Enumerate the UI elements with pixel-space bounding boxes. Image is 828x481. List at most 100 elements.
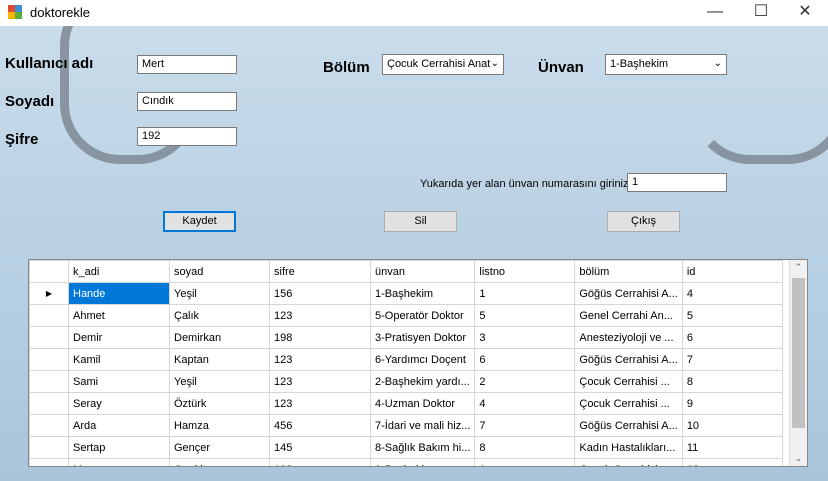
table-cell[interactable]: 7-İdari ve mali hiz... <box>369 414 476 437</box>
table-row[interactable]: Demir Demirkan 198 3-Pratisyen Doktor 3 Anest… <box>29 326 783 349</box>
close-button[interactable]: ✕ <box>782 0 828 26</box>
row-header[interactable] <box>29 348 69 371</box>
table-cell[interactable]: 192 <box>269 458 371 466</box>
column-header[interactable]: id <box>681 260 783 283</box>
table-cell[interactable]: 1-Başhekim <box>369 458 476 466</box>
table-cell[interactable]: 2-Başhekim yardı... <box>369 370 476 393</box>
table-cell[interactable]: Çalık <box>169 304 270 327</box>
table-cell[interactable]: 156 <box>269 282 371 305</box>
table-cell[interactable]: 7 <box>474 414 576 437</box>
table-cell[interactable]: 10 <box>681 414 783 437</box>
table-cell[interactable]: 4 <box>681 282 783 305</box>
table-cell[interactable]: 1 <box>474 282 576 305</box>
table-cell[interactable]: 5-Operatör Doktor <box>369 304 476 327</box>
table-row[interactable]: MertCındık1921-Başhekim1Çocuk Cerrahisi … <box>29 458 783 466</box>
table-cell[interactable]: 7 <box>681 348 783 371</box>
table-cell[interactable]: 8-Sağlık Bakım hi... <box>369 436 476 459</box>
row-header[interactable] <box>29 392 69 415</box>
table-row[interactable]: Arda Hamza 456 7-İdari ve mali hiz... 7 Göğüs… <box>29 414 783 437</box>
table-cell[interactable]: 9 <box>681 392 783 415</box>
row-header[interactable] <box>29 414 69 437</box>
table-cell[interactable]: Cındık <box>169 458 270 466</box>
maximize-button[interactable]: ☐ <box>738 0 784 26</box>
table-cell[interactable]: 1 <box>474 458 576 466</box>
row-header[interactable] <box>29 436 69 459</box>
table-cell[interactable]: Gençer <box>169 436 270 459</box>
table-cell[interactable]: Kaptan <box>169 348 270 371</box>
table-cell[interactable]: 4-Uzman Doktor <box>369 392 476 415</box>
table-cell[interactable]: Demir <box>68 326 170 349</box>
table-cell[interactable]: Kadın Hastalıkları... <box>574 436 683 459</box>
table-cell[interactable]: 11 <box>681 436 783 459</box>
table-cell[interactable]: 3 <box>474 326 576 349</box>
table-cell[interactable]: 2 <box>474 370 576 393</box>
table-cell[interactable]: Demirkan <box>169 326 270 349</box>
table-cell[interactable]: Kamil <box>68 348 170 371</box>
table-cell[interactable]: 123 <box>269 304 371 327</box>
table-cell[interactable]: Anesteziyoloji ve ... <box>574 326 683 349</box>
minimize-button[interactable]: — <box>692 0 738 26</box>
grid-vertical-scrollbar[interactable]: ⌃ ⌄ <box>789 260 807 466</box>
table-cell[interactable]: 8 <box>474 436 576 459</box>
table-cell[interactable]: 198 <box>269 326 371 349</box>
table-cell[interactable]: 6 <box>474 348 576 371</box>
table-cell[interactable]: Yeşil <box>169 370 270 393</box>
soyadi-input[interactable]: Cındık <box>137 92 237 111</box>
row-header[interactable] <box>29 458 69 466</box>
table-cell[interactable]: 6 <box>681 326 783 349</box>
row-header[interactable] <box>29 326 69 349</box>
table-row[interactable]: Seray Öztürk 123 4-Uzman Doktor 4 Çocuk Cerra… <box>29 392 783 415</box>
doctor-data-grid[interactable]: k_adi soyad sifre ünvan listno bölüm id … <box>28 259 808 467</box>
table-cell[interactable]: Göğüs Cerrahisi A... <box>574 414 683 437</box>
table-cell[interactable]: 456 <box>269 414 371 437</box>
current-row-indicator-icon[interactable]: ▶ <box>29 282 69 305</box>
column-header[interactable]: ünvan <box>369 260 476 283</box>
table-row[interactable]: Kamil Kaptan 123 6-Yardımcı Doçent 6 Göğüs Ce… <box>29 348 783 371</box>
column-header[interactable]: sifre <box>269 260 371 283</box>
table-cell[interactable]: Hamza <box>169 414 270 437</box>
table-cell[interactable]: Göğüs Cerrahisi A... <box>574 348 683 371</box>
scroll-up-icon[interactable]: ⌃ <box>790 262 807 273</box>
scroll-down-icon[interactable]: ⌄ <box>790 453 807 464</box>
row-header[interactable] <box>29 370 69 393</box>
bolum-dropdown[interactable]: Çocuk Cerrahisi Anat ⌄ <box>382 54 504 75</box>
table-cell[interactable]: 123 <box>269 392 371 415</box>
table-cell[interactable]: Yeşil <box>169 282 270 305</box>
unvan-number-input[interactable]: 1 <box>627 173 727 192</box>
kaydet-button[interactable]: Kaydet <box>163 211 236 232</box>
row-header[interactable] <box>29 304 69 327</box>
table-cell[interactable]: Çocuk Cerrahisi ... <box>574 392 683 415</box>
table-cell[interactable]: Sami <box>68 370 170 393</box>
table-cell[interactable]: Hande <box>68 282 170 305</box>
table-cell[interactable]: Öztürk <box>169 392 270 415</box>
table-cell[interactable]: 145 <box>269 436 371 459</box>
table-row[interactable]: ▶ Hande Yeşil 156 1-Başhekim 1 Göğüs Cerrahisi… <box>29 282 783 305</box>
table-row[interactable]: Ahmet Çalık 123 5-Operatör Doktor 5 Genel Cer… <box>29 304 783 327</box>
table-cell[interactable]: Genel Cerrahi An... <box>574 304 683 327</box>
sil-button[interactable]: Sil <box>384 211 457 232</box>
column-header[interactable]: listno <box>474 260 576 283</box>
table-cell[interactable]: 12 <box>681 458 783 466</box>
table-cell[interactable]: Seray <box>68 392 170 415</box>
scrollbar-thumb[interactable] <box>792 278 805 428</box>
column-header[interactable]: bölüm <box>574 260 683 283</box>
table-cell[interactable]: 3-Pratisyen Doktor <box>369 326 476 349</box>
table-cell[interactable]: 5 <box>474 304 576 327</box>
table-cell[interactable]: 1-Başhekim <box>369 282 476 305</box>
unvan-dropdown[interactable]: 1-Başhekim ⌄ <box>605 54 727 75</box>
table-row[interactable]: Sertap Gençer 145 8-Sağlık Bakım hi... 8 Kadı… <box>29 436 783 459</box>
table-row[interactable]: Sami Yeşil 123 2-Başhekim yardı... 2 Çocuk Ce… <box>29 370 783 393</box>
table-cell[interactable]: 4 <box>474 392 576 415</box>
table-cell[interactable]: 5 <box>681 304 783 327</box>
column-header[interactable]: soyad <box>169 260 270 283</box>
column-header[interactable]: k_adi <box>68 260 170 283</box>
table-cell[interactable]: 123 <box>269 348 371 371</box>
table-cell[interactable]: Mert <box>68 458 170 466</box>
table-cell[interactable]: 123 <box>269 370 371 393</box>
kullanici-adi-input[interactable]: Mert <box>137 55 237 74</box>
table-cell[interactable]: 6-Yardımcı Doçent <box>369 348 476 371</box>
table-cell[interactable]: Sertap <box>68 436 170 459</box>
cikis-button[interactable]: Çıkış <box>607 211 680 232</box>
table-cell[interactable]: Ahmet <box>68 304 170 327</box>
sifre-input[interactable]: 192 <box>137 127 237 146</box>
